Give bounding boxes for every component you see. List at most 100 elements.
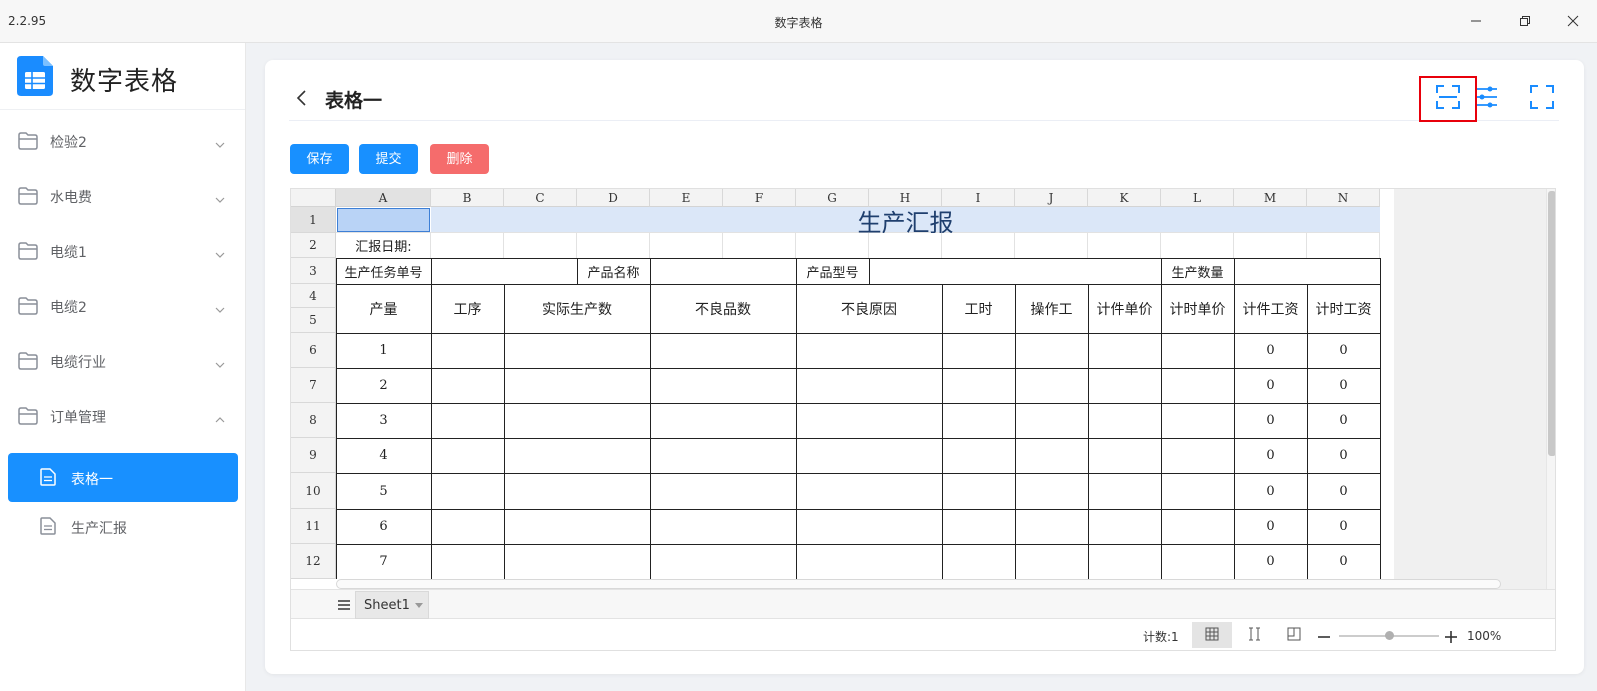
time-wage-cell[interactable]: 0 — [1307, 544, 1380, 579]
row-header[interactable]: 10 — [291, 473, 336, 509]
zoom-out-icon[interactable] — [1317, 629, 1331, 648]
page-layout-view-button[interactable] — [1234, 622, 1274, 648]
normal-view-button[interactable] — [1192, 622, 1232, 648]
column-header[interactable]: K — [1088, 189, 1161, 207]
table-header-cell[interactable]: 计时工资 — [1307, 284, 1380, 333]
row-header[interactable]: 12 — [291, 544, 336, 579]
table-header-cell[interactable]: 工序 — [431, 284, 504, 333]
row-number-cell[interactable]: 6 — [336, 509, 431, 544]
row-number-cell[interactable]: 3 — [336, 403, 431, 438]
submit-button[interactable]: 提交 — [359, 144, 418, 174]
minimize-button[interactable] — [1453, 6, 1499, 36]
piece-wage-cell[interactable]: 0 — [1234, 333, 1307, 368]
select-all-corner[interactable] — [291, 189, 336, 207]
quantity-label-cell[interactable]: 生产数量 — [1161, 258, 1234, 284]
column-header[interactable]: A — [336, 189, 431, 207]
table-header-cell[interactable]: 工时 — [942, 284, 1015, 333]
row-number-cell[interactable]: 7 — [336, 544, 431, 579]
table-header-cell[interactable]: 不良品数 — [650, 284, 796, 333]
horizontal-scrollbar[interactable] — [336, 579, 1501, 589]
task-no-label-cell[interactable]: 生产任务单号 — [336, 258, 431, 284]
nav-group-inspection2[interactable]: 检验2 — [0, 119, 246, 163]
table-border — [869, 258, 870, 284]
product-model-label-cell[interactable]: 产品型号 — [796, 258, 869, 284]
header-divider — [289, 120, 1559, 121]
piece-wage-cell[interactable]: 0 — [1234, 438, 1307, 473]
column-header[interactable]: E — [650, 189, 723, 207]
time-wage-cell[interactable]: 0 — [1307, 438, 1380, 473]
column-header[interactable]: L — [1161, 189, 1234, 207]
vertical-scroll-thumb[interactable] — [1548, 191, 1555, 456]
nav-group-cable1[interactable]: 电缆1 — [0, 229, 246, 273]
piece-wage-cell[interactable]: 0 — [1234, 509, 1307, 544]
close-button[interactable] — [1550, 6, 1596, 36]
table-header-cell[interactable]: 实际生产数 — [504, 284, 650, 333]
restore-button[interactable] — [1502, 6, 1548, 36]
row-number-cell[interactable]: 1 — [336, 333, 431, 368]
row-header[interactable]: 4 — [291, 284, 336, 308]
nav-group-order-management[interactable]: 订单管理 — [0, 394, 246, 438]
nav-group-cable-industry[interactable]: 电缆行业 — [0, 339, 246, 383]
time-wage-cell[interactable]: 0 — [1307, 333, 1380, 368]
table-header-cell[interactable]: 计件单价 — [1088, 284, 1161, 333]
table-header-cell[interactable]: 操作工 — [1015, 284, 1088, 333]
table-header-cell[interactable]: 不良原因 — [796, 284, 942, 333]
column-header[interactable]: I — [942, 189, 1015, 207]
column-header[interactable]: H — [869, 189, 942, 207]
row-header[interactable]: 3 — [291, 258, 336, 284]
sidebar-item-table-one[interactable]: 表格一 — [8, 453, 238, 502]
column-header[interactable]: M — [1234, 189, 1307, 207]
zoom-slider-knob[interactable] — [1385, 631, 1394, 640]
row-header[interactable]: 9 — [291, 438, 336, 473]
column-header[interactable]: G — [796, 189, 869, 207]
vertical-scrollbar[interactable] — [1546, 189, 1555, 589]
row-header[interactable]: 5 — [291, 308, 336, 333]
table-border — [1380, 258, 1381, 284]
column-header[interactable]: B — [431, 189, 504, 207]
save-button[interactable]: 保存 — [290, 144, 349, 174]
grid-area[interactable]: A B C D E F G H I J K L M N 1 2 3 4 5 6 7 8 9 10 11 12 生产汇报 汇报日期: 生产… — [291, 189, 1546, 589]
selected-cell-a1[interactable] — [337, 208, 430, 232]
sheet-list-icon[interactable] — [337, 597, 351, 616]
column-header[interactable]: N — [1307, 189, 1380, 207]
zoom-in-icon[interactable] — [1444, 629, 1458, 648]
row-header[interactable]: 2 — [291, 233, 336, 258]
folder-icon — [18, 132, 38, 154]
page-break-view-button[interactable] — [1274, 622, 1314, 648]
piece-wage-cell[interactable]: 0 — [1234, 473, 1307, 509]
time-wage-cell[interactable]: 0 — [1307, 473, 1380, 509]
table-header-cell[interactable]: 产量 — [336, 284, 431, 333]
row-header[interactable]: 1 — [291, 207, 336, 233]
time-wage-cell[interactable]: 0 — [1307, 509, 1380, 544]
row-header[interactable]: 7 — [291, 368, 336, 403]
row-number-cell[interactable]: 4 — [336, 438, 431, 473]
sheet-tab-sheet1[interactable]: Sheet1 — [355, 591, 429, 619]
table-header-cell[interactable]: 计时单价 — [1161, 284, 1234, 333]
table-border — [431, 258, 432, 284]
piece-wage-cell[interactable]: 0 — [1234, 403, 1307, 438]
nav-group-utilities[interactable]: 水电费 — [0, 174, 246, 218]
close-icon — [1567, 12, 1579, 31]
column-header[interactable]: J — [1015, 189, 1088, 207]
piece-wage-cell[interactable]: 0 — [1234, 368, 1307, 403]
column-header[interactable]: D — [577, 189, 650, 207]
time-wage-cell[interactable]: 0 — [1307, 368, 1380, 403]
column-header[interactable]: F — [723, 189, 796, 207]
product-name-label-cell[interactable]: 产品名称 — [577, 258, 650, 284]
sidebar-item-production-report[interactable]: 生产汇报 — [8, 502, 238, 551]
report-date-label-cell[interactable]: 汇报日期: — [336, 233, 431, 258]
row-header[interactable]: 8 — [291, 403, 336, 438]
delete-button[interactable]: 删除 — [430, 144, 489, 174]
row-header[interactable]: 6 — [291, 333, 336, 368]
row-number-cell[interactable]: 5 — [336, 473, 431, 509]
row-header[interactable]: 11 — [291, 509, 336, 544]
row-number-cell[interactable]: 2 — [336, 368, 431, 403]
nav-group-cable2[interactable]: 电缆2 — [0, 284, 246, 328]
sheet-title-cell[interactable]: 生产汇报 — [431, 207, 1380, 234]
time-wage-cell[interactable]: 0 — [1307, 403, 1380, 438]
fullscreen-button[interactable] — [1525, 82, 1559, 116]
table-header-cell[interactable]: 计件工资 — [1234, 284, 1307, 333]
column-header[interactable]: C — [504, 189, 577, 207]
piece-wage-cell[interactable]: 0 — [1234, 544, 1307, 579]
back-button[interactable] — [295, 89, 307, 111]
